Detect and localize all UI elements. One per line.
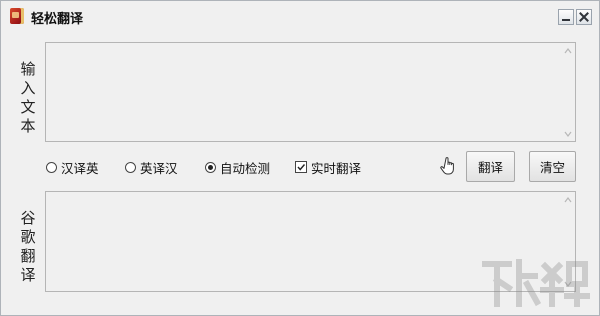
radio-zh-en[interactable]: 汉译英 <box>46 158 99 176</box>
input-label: 输入文本 <box>20 60 36 135</box>
close-button[interactable] <box>576 9 592 25</box>
radio-circle[interactable] <box>125 161 136 173</box>
radio-circle[interactable] <box>46 161 57 173</box>
scroll-up-icon[interactable] <box>564 196 572 204</box>
input-textarea[interactable] <box>45 42 576 142</box>
output-label: 谷歌翻译 <box>20 209 36 284</box>
checkbox-realtime[interactable]: 实时翻译 <box>295 158 361 176</box>
scroll-down-icon[interactable] <box>564 130 572 138</box>
scroll-up-icon[interactable] <box>564 47 572 55</box>
minimize-button[interactable] <box>558 9 574 25</box>
radio-en-zh[interactable]: 英译汉 <box>125 158 178 176</box>
app-window: 轻松翻译 输入文本 汉译英 英译汉 自动检测 实时翻译 翻译 清空 谷歌翻译 <box>0 0 600 316</box>
radio-circle-checked[interactable] <box>205 161 216 173</box>
radio-zh-en-label: 汉译英 <box>61 160 99 176</box>
watermark-logo <box>479 254 591 312</box>
clear-button[interactable]: 清空 <box>529 151 576 182</box>
radio-auto-detect-label: 自动检测 <box>220 160 271 176</box>
book-icon <box>10 8 24 24</box>
translate-button[interactable]: 翻译 <box>466 151 515 182</box>
checkbox-box[interactable] <box>295 161 307 173</box>
radio-auto-detect[interactable]: 自动检测 <box>205 158 270 176</box>
radio-en-zh-label: 英译汉 <box>140 160 178 176</box>
window-title: 轻松翻译 <box>31 12 84 27</box>
title-bar[interactable]: 轻松翻译 <box>1 1 599 31</box>
hand-pointer-icon <box>440 156 458 176</box>
checkbox-realtime-label: 实时翻译 <box>311 160 362 176</box>
